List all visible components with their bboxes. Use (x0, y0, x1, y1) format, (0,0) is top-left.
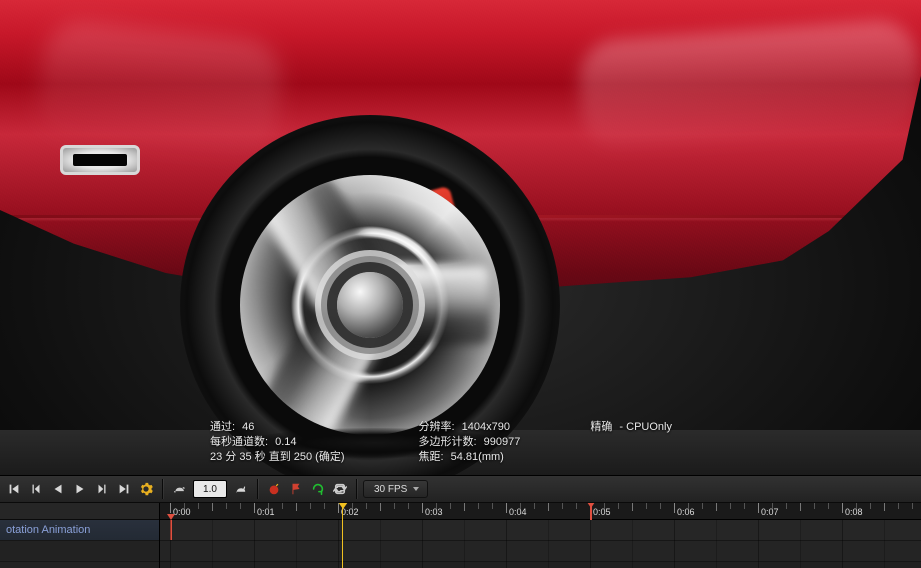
timeline-gridline-minor (632, 520, 633, 568)
focal-label: 焦距: (419, 451, 444, 463)
fps-label: 30 FPS (374, 484, 407, 495)
refresh-button[interactable] (308, 479, 328, 499)
keyframe-flag-icon (289, 482, 303, 496)
focal-stat: 焦距: 54.81(mm) (419, 450, 521, 465)
fps-dropdown[interactable]: 30 FPS (363, 480, 428, 498)
timeline-gridline (674, 520, 675, 568)
passes-per-sec-value: 0.14 (275, 436, 296, 448)
keyframe-flag-button[interactable] (286, 479, 306, 499)
track-label-text: otation Animation (6, 524, 90, 536)
passes-value: 46 (242, 421, 254, 433)
next-keyframe-button[interactable] (92, 479, 112, 499)
playback-speed-input[interactable] (193, 480, 227, 498)
playback-toolbar: 30 FPS (0, 475, 921, 503)
polycount-stat: 多边形计数: 990977 (419, 435, 521, 450)
timeline-gridline (338, 520, 339, 568)
render-viewport[interactable]: 通过: 46 每秒通道数: 0.14 23 分 35 秒 直到 250 (确定)… (0, 0, 921, 475)
goto-end-icon (117, 482, 131, 496)
specular-highlight (577, 18, 921, 151)
loop-button[interactable] (330, 479, 350, 499)
render-profile-label: 精确 (590, 421, 612, 433)
render-profile-value: CPUOnly (626, 421, 672, 433)
timeline-gridline-minor (716, 520, 717, 568)
range-end-marker[interactable] (590, 503, 592, 520)
passes-stat: 通过: 46 (210, 420, 349, 435)
stop-record-icon (267, 482, 281, 496)
passes-per-sec-stat: 每秒通道数: 0.14 (210, 435, 349, 450)
timeline-gridline-minor (464, 520, 465, 568)
rabbit-icon (234, 482, 248, 496)
timeline-gridline-minor (548, 520, 549, 568)
loop-icon (333, 482, 347, 496)
timeline-gridline-minor (380, 520, 381, 568)
timeline-gridline-minor (212, 520, 213, 568)
gear-icon (139, 482, 153, 496)
toolbar-divider (257, 479, 258, 499)
refresh-icon (311, 482, 325, 496)
timeline-gridline (842, 520, 843, 568)
timeline-ruler-area[interactable]: 0:000:010:020:030:040:050:060:070:08 (160, 503, 921, 568)
resolution-stat: 分辨率: 1404x790 (419, 420, 521, 435)
passes-per-sec-label: 每秒通道数: (210, 436, 268, 448)
timeline-gridline (170, 520, 171, 568)
passes-label: 通过: (210, 421, 235, 433)
slow-speed-button[interactable] (169, 479, 189, 499)
timeline-panel: otation Animation 0:000:010:020:030:040:… (0, 503, 921, 568)
goto-start-icon (7, 482, 21, 496)
play-reverse-icon (51, 482, 65, 496)
timeline-gridline (254, 520, 255, 568)
resolution-label: 分辨率: (419, 421, 455, 433)
toolbar-divider (162, 479, 163, 499)
eta-stat: 23 分 35 秒 直到 250 (确定) (210, 450, 349, 465)
polycount-value: 990977 (484, 436, 521, 448)
track-row[interactable] (160, 520, 921, 541)
turtle-icon (172, 482, 186, 496)
prev-keyframe-button[interactable] (26, 479, 46, 499)
render-stats-overlay: 通过: 46 每秒通道数: 0.14 23 分 35 秒 直到 250 (确定)… (210, 420, 672, 465)
chevron-down-icon (413, 487, 419, 491)
timeline-gridline-minor (296, 520, 297, 568)
timeline-gridline-minor (884, 520, 885, 568)
playback-settings-button[interactable] (136, 479, 156, 499)
side-marker-light (60, 145, 140, 175)
wheel-rim (240, 175, 500, 435)
prev-key-icon (29, 482, 43, 496)
track-label-empty[interactable] (0, 541, 159, 562)
timeline-gridline (758, 520, 759, 568)
timeline-gridline-minor (800, 520, 801, 568)
timeline-gridline (590, 520, 591, 568)
render-profile-stat: 精确 - CPUOnly (590, 420, 672, 435)
track-header-spacer (0, 503, 159, 520)
play-forward-icon (73, 482, 87, 496)
goto-end-button[interactable] (114, 479, 134, 499)
play-forward-button[interactable] (70, 479, 90, 499)
track-row[interactable] (160, 541, 921, 562)
stop-record-button[interactable] (264, 479, 284, 499)
track-label-rotation-animation[interactable]: otation Animation (0, 520, 159, 541)
timeline-ruler[interactable]: 0:000:010:020:030:040:050:060:070:08 (160, 503, 921, 520)
center-hub (337, 272, 403, 338)
play-reverse-button[interactable] (48, 479, 68, 499)
goto-start-button[interactable] (4, 479, 24, 499)
polycount-label: 多边形计数: (419, 436, 477, 448)
focal-value: 54.81(mm) (451, 451, 504, 463)
resolution-value: 1404x790 (462, 421, 510, 433)
toolbar-divider (356, 479, 357, 499)
next-key-icon (95, 482, 109, 496)
fast-speed-button[interactable] (231, 479, 251, 499)
timeline-gridline (506, 520, 507, 568)
eta-text: 23 分 35 秒 直到 250 (确定) (210, 451, 345, 463)
track-label-column: otation Animation (0, 503, 160, 568)
playhead[interactable] (342, 503, 343, 568)
timeline-gridline (422, 520, 423, 568)
